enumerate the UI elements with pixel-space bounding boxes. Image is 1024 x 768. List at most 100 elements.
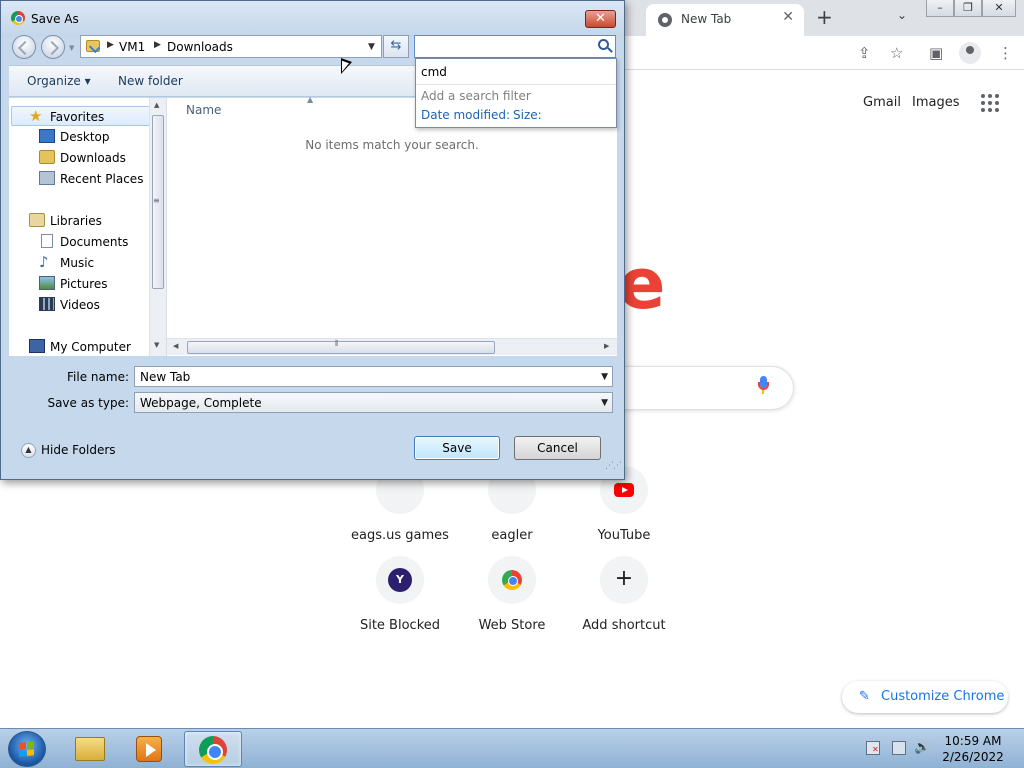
organize-button[interactable]: Organize ▾ — [27, 74, 91, 88]
nav-item-desktop[interactable]: Desktop — [9, 127, 149, 147]
customize-chrome-button[interactable]: ✎ Customize Chrome — [842, 681, 1008, 713]
new-folder-button[interactable]: New folder — [118, 74, 183, 88]
file-name-label: File name: — [67, 370, 129, 384]
breadcrumb-arrow-icon[interactable]: ▶ — [107, 40, 114, 50]
column-header-name[interactable]: Name — [186, 103, 221, 117]
search-icon[interactable] — [598, 39, 609, 50]
nav-item-recent-places[interactable]: Recent Places — [9, 169, 149, 189]
save-type-value: Webpage, Complete — [140, 396, 262, 410]
forward-button[interactable] — [41, 35, 65, 59]
nav-item-music[interactable]: ♪ Music — [9, 253, 149, 273]
chrome-tab-new-tab[interactable]: New Tab ✕ — [646, 4, 804, 36]
tab-search-chevron-icon[interactable]: ⌄ — [897, 8, 907, 22]
gmail-link[interactable]: Gmail — [863, 95, 901, 110]
images-link[interactable]: Images — [912, 95, 960, 110]
back-button[interactable] — [12, 35, 36, 59]
share-icon[interactable]: ⇪ — [858, 44, 871, 62]
search-box[interactable] — [414, 35, 616, 58]
shortcut-add[interactable]: + Add shortcut — [568, 556, 680, 633]
chevron-down-icon[interactable]: ▼ — [601, 398, 608, 408]
save-button[interactable]: Save — [414, 436, 500, 460]
new-tab-plus-icon[interactable]: + — [816, 5, 833, 29]
profile-avatar-icon[interactable] — [959, 42, 981, 64]
dialog-title-bar[interactable]: Save As ✕ — [1, 1, 624, 37]
dialog-close-button[interactable]: ✕ — [585, 10, 616, 28]
cancel-button[interactable]: Cancel — [514, 436, 601, 460]
taskbar-explorer[interactable] — [60, 731, 118, 767]
scrollbar-thumb[interactable] — [187, 341, 495, 354]
recent-locations-chevron-icon[interactable]: ▼ — [69, 44, 74, 52]
address-dropdown-icon[interactable]: ▼ — [368, 42, 375, 52]
start-button[interactable] — [8, 731, 46, 767]
chrome-menu-icon[interactable]: ⋮ — [998, 44, 1013, 62]
bookmark-star-icon[interactable]: ☆ — [890, 44, 903, 62]
scroll-left-arrow-icon[interactable]: ◀ — [173, 342, 178, 350]
action-center-flag-icon[interactable] — [866, 741, 880, 755]
nav-label: Pictures — [60, 277, 108, 291]
sort-ascending-icon: ▲ — [307, 95, 314, 104]
shortcut-label: Site Blocked — [359, 618, 441, 633]
scroll-right-arrow-icon[interactable]: ▶ — [604, 342, 609, 350]
chrome-tab-close-icon[interactable]: ✕ — [782, 9, 794, 25]
voice-search-icon[interactable] — [758, 376, 769, 394]
refresh-button[interactable]: ⇆ — [383, 35, 409, 58]
file-list-scrollbar[interactable]: ◀ ⦀ ▶ — [167, 338, 617, 355]
plus-icon: + — [614, 566, 634, 591]
chrome-app-icon — [11, 11, 25, 25]
file-name-value[interactable]: New Tab — [140, 370, 190, 384]
search-input[interactable] — [415, 36, 595, 57]
window-close-icon[interactable]: ✕ — [982, 0, 1016, 17]
document-icon — [41, 234, 53, 248]
nav-item-libraries[interactable]: Libraries — [9, 211, 149, 231]
minimize-icon[interactable]: – — [926, 0, 954, 17]
restore-icon[interactable]: ❐ — [954, 0, 982, 17]
nav-item-my-computer[interactable]: My Computer — [9, 337, 149, 356]
scrollbar-grip-icon: ≡ — [153, 196, 160, 205]
network-icon[interactable] — [892, 741, 906, 755]
nav-label: Videos — [60, 298, 100, 312]
taskbar-media-player[interactable] — [120, 731, 178, 767]
breadcrumb-downloads[interactable]: Downloads — [167, 40, 233, 54]
youtube-icon — [614, 483, 634, 497]
save-type-label: Save as type: — [47, 396, 129, 410]
shortcut-site-blocked[interactable]: Y Site Blocked — [344, 556, 456, 633]
side-panel-icon[interactable]: ▣ — [929, 44, 943, 62]
chrome-icon — [199, 736, 227, 764]
volume-icon[interactable]: 🔊 — [914, 741, 930, 755]
desktop-icon — [39, 129, 55, 143]
media-player-icon — [136, 736, 162, 762]
google-apps-icon[interactable] — [981, 94, 999, 112]
nav-item-pictures[interactable]: Pictures — [9, 274, 149, 294]
resize-grip-icon[interactable]: ⋰⋰ — [605, 461, 622, 471]
search-dropdown: cmd Add a search filter Date modified: S… — [415, 58, 617, 128]
scroll-down-arrow-icon[interactable]: ▼ — [154, 341, 159, 349]
music-note-icon: ♪ — [39, 253, 49, 271]
filter-size[interactable]: Size: — [513, 108, 542, 122]
shortcut-web-store[interactable]: Web Store — [456, 556, 568, 633]
breadcrumb-arrow-icon[interactable]: ▶ — [154, 40, 161, 50]
hide-folders-label: Hide Folders — [41, 443, 116, 457]
scroll-up-arrow-icon[interactable]: ▲ — [154, 101, 159, 109]
breadcrumb-vm1[interactable]: VM1 — [119, 40, 145, 54]
system-clock[interactable]: 10:59 AM 2/26/2022 — [940, 733, 1006, 765]
taskbar-chrome[interactable] — [184, 731, 242, 767]
nav-item-downloads[interactable]: Downloads — [9, 148, 149, 168]
shortcut-label: YouTube — [597, 528, 651, 543]
address-bar[interactable]: ▶ VM1 ▶ Downloads ▼ — [80, 35, 382, 58]
chevron-down-icon[interactable]: ▼ — [601, 372, 608, 382]
y-letter-icon-container: Y — [376, 556, 424, 604]
file-name-field[interactable]: New Tab ▼ — [134, 366, 613, 387]
filter-date-modified[interactable]: Date modified: — [421, 108, 510, 122]
search-history-item[interactable]: cmd — [421, 65, 447, 79]
libraries-icon — [29, 213, 45, 227]
save-type-select[interactable]: Webpage, Complete ▼ — [134, 392, 613, 413]
pencil-icon: ✎ — [859, 689, 870, 704]
nav-label: Documents — [60, 235, 129, 249]
computer-icon — [29, 339, 45, 353]
nav-item-favorites[interactable]: ★ Favorites — [11, 106, 151, 126]
nav-pane-scrollbar[interactable]: ▲ ≡ ▼ — [149, 98, 166, 356]
shortcut-label: Web Store — [478, 618, 546, 633]
nav-item-videos[interactable]: Videos — [9, 295, 149, 315]
clock-time: 10:59 AM — [944, 734, 1002, 748]
nav-item-documents[interactable]: Documents — [9, 232, 149, 252]
